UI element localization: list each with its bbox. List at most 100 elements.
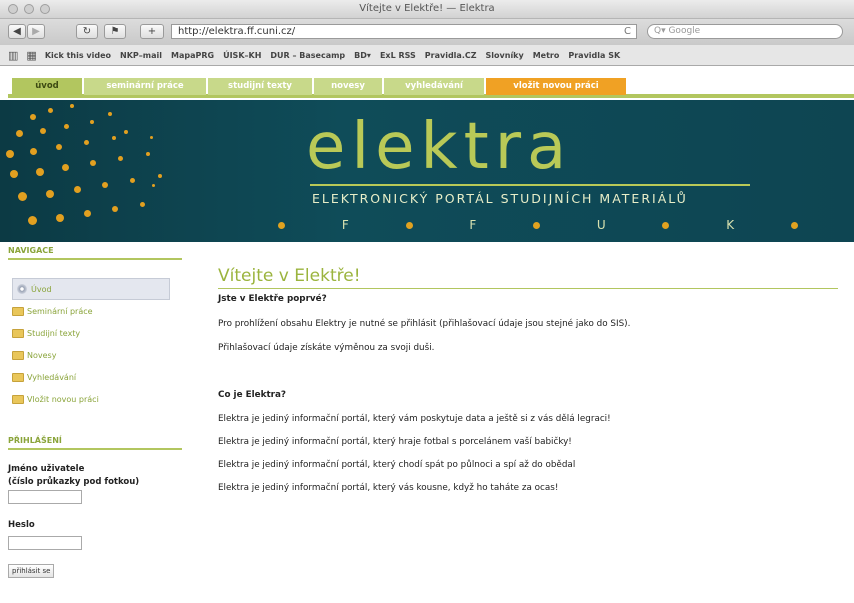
decorative-dot <box>158 174 162 178</box>
logo-underline <box>310 184 750 186</box>
tab-3[interactable]: novesy <box>314 78 382 95</box>
bookmark-item[interactable]: MapaPRG <box>171 51 214 60</box>
tab-1[interactable]: seminární práce <box>84 78 206 95</box>
decorative-dot <box>70 104 74 108</box>
window-titlebar: Vítejte v Elektře! — Elektra <box>0 0 854 19</box>
decorative-dot <box>108 112 112 116</box>
username-hint: (číslo průkazky pod fotkou) <box>8 477 140 487</box>
open-book-icon[interactable]: ▥ <box>8 49 18 62</box>
tab-0[interactable]: úvod <box>12 78 82 95</box>
bookmark-item[interactable]: Pravidla.CZ <box>425 51 477 60</box>
address-bar[interactable]: http://elektra.ff.cuni.cz/ C <box>171 24 637 39</box>
sidebar-item-3[interactable]: Novesy <box>8 344 182 366</box>
sidebar-item-2[interactable]: Studijní texty <box>8 322 182 344</box>
sidebar-item-5[interactable]: Vložit novou práci <box>8 388 182 410</box>
folder-icon <box>12 372 24 382</box>
folder-icon <box>12 394 24 404</box>
bookmark-icon[interactable]: ⚑ <box>104 24 126 39</box>
sidebar-item-label: Seminární práce <box>27 306 93 316</box>
decorative-dot <box>28 216 37 225</box>
sidebar-item-1[interactable]: Seminární práce <box>8 300 182 322</box>
decorative-dot <box>405 221 413 229</box>
decorative-dot <box>146 152 150 156</box>
decorative-dot <box>36 168 44 176</box>
login-button[interactable]: přihlásit se <box>8 564 55 578</box>
bookmark-item[interactable]: NKP–mail <box>120 51 162 60</box>
address-reload-icon[interactable]: C <box>624 25 631 38</box>
decorative-dot <box>112 136 116 140</box>
sidebar-item-label: Studijní texty <box>27 328 81 338</box>
folder-icon <box>12 306 24 316</box>
search-input[interactable]: Q▾ Google <box>647 24 843 39</box>
bookmark-item[interactable]: BD▾ <box>354 51 371 60</box>
sidebar-item-4[interactable]: Vyhledávání <box>8 366 182 388</box>
bookmark-item[interactable]: ÚISK–KH <box>223 51 261 60</box>
decorative-dot <box>124 130 128 134</box>
about-line: Elektra je jediný informační portál, kte… <box>218 483 559 493</box>
faculty-letter: F <box>341 218 349 232</box>
bookmark-item[interactable]: Slovníky <box>486 51 524 60</box>
username-field[interactable] <box>8 490 82 504</box>
tab-4[interactable]: vyhledávání <box>384 78 484 95</box>
bookmark-item[interactable]: Pravidla SK <box>568 51 620 60</box>
decorative-dot <box>62 164 69 171</box>
decorative-dot <box>10 170 18 178</box>
bookmarks-bar: ▥ ▦ Kick this video NKP–mail MapaPRG ÚISK–K… <box>0 45 854 66</box>
password-field[interactable] <box>8 536 82 550</box>
forward-button[interactable]: ▶ <box>27 24 45 39</box>
decorative-dot <box>790 221 798 229</box>
sidebar-item-label: Novesy <box>27 350 57 360</box>
site-nav-tabs: úvod seminární práce studijní texty novesy v… <box>0 66 854 100</box>
grid-icon[interactable]: ▦ <box>26 49 36 62</box>
nav-heading: NAVIGACE <box>8 246 182 260</box>
browser-toolbar: ◀ ▶ ↻ ⚑ + http://elektra.ff.cuni.cz/ C Q… <box>0 19 854 45</box>
decorative-dot <box>90 120 94 124</box>
tab-5[interactable]: vložit novou práci <box>486 78 626 95</box>
decorative-dot <box>112 206 118 212</box>
main-content: Vítejte v Elektře! Jste v Elektře poprvé… <box>218 266 838 493</box>
reload-button[interactable]: ↻ <box>76 24 98 39</box>
bookmark-item[interactable]: Kick this video <box>45 51 111 60</box>
decorative-dot <box>662 221 670 229</box>
first-time-heading: Jste v Elektře poprvé? <box>218 294 327 304</box>
bookmark-item[interactable]: Metro <box>533 51 560 60</box>
what-is-heading: Co je Elektra? <box>218 390 287 400</box>
decorative-dot <box>90 160 96 166</box>
about-line: Elektra je jediný informační portál, kte… <box>218 414 611 424</box>
credentials-paragraph: Přihlašovací údaje získáte výměnou za sv… <box>218 343 435 353</box>
bookmark-item[interactable]: DUR – Basecamp <box>270 51 345 60</box>
about-line: Elektra je jediný informační portál, kte… <box>218 437 572 447</box>
bookmark-item[interactable]: ExL RSS <box>380 51 416 60</box>
login-info-paragraph: Pro prohlížení obsahu Elektry je nutné s… <box>218 319 631 329</box>
back-button[interactable]: ◀ <box>8 24 26 39</box>
sidebar-item-0[interactable]: Úvod <box>12 278 170 300</box>
page-title: Vítejte v Elektře! <box>218 266 838 289</box>
decorative-dot <box>40 128 46 134</box>
decorative-dot <box>102 182 108 188</box>
username-label: Jméno uživatele <box>8 464 85 474</box>
decorative-dot <box>118 156 123 161</box>
decorative-dot <box>16 130 23 137</box>
decorative-dot <box>56 144 62 150</box>
decorative-dot <box>130 178 135 183</box>
site-subtitle: ELEKTRONICKÝ PORTÁL STUDIJNÍCH MATERIÁLŮ <box>312 191 688 206</box>
decorative-dot <box>533 221 541 229</box>
decorative-dot <box>46 190 54 198</box>
tab-2[interactable]: studijní texty <box>208 78 312 95</box>
decorative-dot <box>56 214 64 222</box>
faculty-letters: FFUK <box>278 218 798 232</box>
add-bookmark-button[interactable]: + <box>140 24 164 39</box>
site-banner: elektra ELEKTRONICKÝ PORTÁL STUDIJNÍCH M… <box>0 100 854 242</box>
sidebar-item-label: Vyhledávání <box>27 372 77 382</box>
decorative-dot <box>140 202 145 207</box>
decorative-dot <box>84 210 91 217</box>
sidebar-item-label: Úvod <box>31 284 52 294</box>
about-line: Elektra je jediný informační portál, kte… <box>218 460 576 470</box>
login-heading: PŘIHLÁŠENÍ <box>8 436 182 450</box>
decorative-dot <box>6 150 14 158</box>
decorative-dot <box>152 184 155 187</box>
decorative-dot <box>278 221 285 229</box>
decorative-dot <box>30 114 36 120</box>
faculty-letter: F <box>469 218 477 232</box>
sidebar-item-label: Vložit novou práci <box>27 394 99 404</box>
